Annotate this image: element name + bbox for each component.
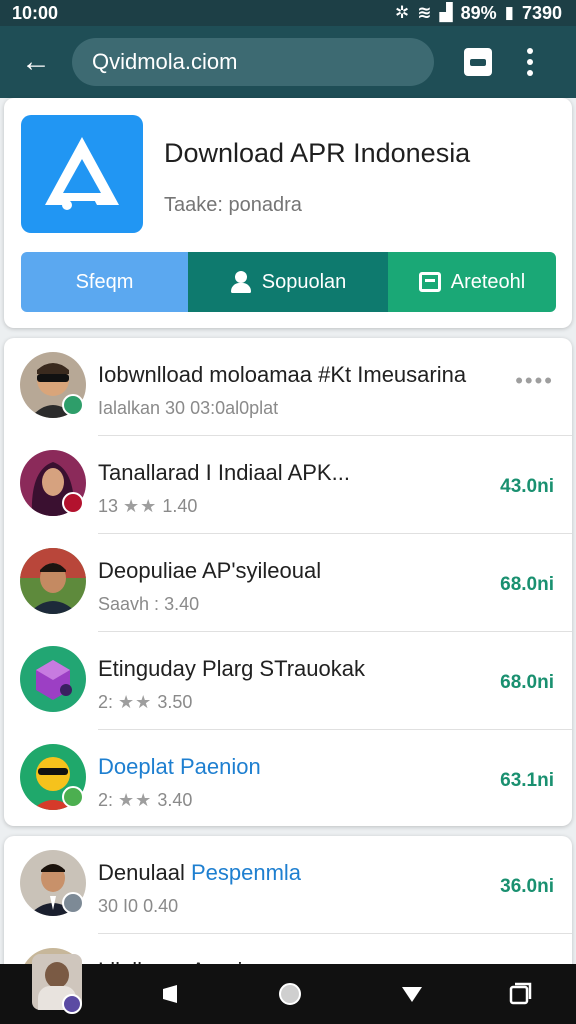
status-bar: 10:00 ✲ ≋ ▟ 89% ▮ 7390 <box>0 0 576 26</box>
app-title: Download APR Indonesia <box>164 138 471 168</box>
list-item-subtitle: 30 I0 0.40 <box>98 896 179 916</box>
app-logo-icon <box>21 115 143 233</box>
url-text: Qvidmola.ciom <box>92 49 238 74</box>
status-icons: ✲ ≋ ▟ 89% ▮ 7390 <box>395 3 562 24</box>
status-clock: 7390 <box>521 2 562 23</box>
browser-toolbar: ← Qvidmola.ciom <box>0 26 576 98</box>
list-item-subtitle: 2: ★★ 3.40 <box>98 790 193 810</box>
list-item-title: Tanallarad I Indiaal APK... <box>98 460 350 485</box>
action-button-2[interactable]: Sopuolan <box>188 252 388 312</box>
action-button-1[interactable]: Sfeqm <box>21 252 188 312</box>
action-button-3[interactable]: Areteohl <box>388 252 556 312</box>
more-horiz-icon[interactable]: •••• <box>515 368 554 394</box>
list-item[interactable]: Etinguday Plarg STrauokak 2: ★★ 3.50 68.… <box>4 632 572 730</box>
nav-home-icon[interactable] <box>270 964 310 1024</box>
list-item[interactable]: Iobwnlload moloamaa #Kt Imeusarina Ialal… <box>4 338 572 436</box>
rating-stars: ★★ <box>118 692 153 712</box>
action-button-2-label: Sopuolan <box>261 270 347 293</box>
file-size: 63.1ni <box>500 770 554 791</box>
chat-icon <box>418 272 441 292</box>
nav-recents-icon[interactable] <box>500 964 540 1024</box>
file-size: 43.0ni <box>500 476 554 497</box>
battery-percent: 89% <box>460 2 497 23</box>
avatar <box>20 548 86 614</box>
badge-icon <box>62 994 82 1014</box>
signal-icon: ▟ <box>439 3 453 22</box>
list-item-subtitle: 13 ★★ 1.40 <box>98 496 198 516</box>
list-item[interactable]: Denulaal Pespenmla 30 I0 0.40 36.0ni <box>4 836 572 934</box>
badge-icon <box>62 892 84 914</box>
list-item-title: Doeplat Paenion <box>98 754 261 779</box>
list-item-title: Deopuliae AP'syileoual <box>98 558 322 583</box>
rating-stars: ★★ <box>118 790 153 810</box>
battery-icon: ▮ <box>504 3 514 22</box>
list-item[interactable]: Doeplat Paenion 2: ★★ 3.40 63.1ni <box>4 730 572 826</box>
bluetooth-icon: ✲ <box>394 3 410 22</box>
url-field[interactable]: Qvidmola.ciom <box>72 38 434 86</box>
app-list: Iobwnlload moloamaa #Kt Imeusarina Ialal… <box>4 338 572 826</box>
file-size: 68.0ni <box>500 574 554 595</box>
nav-down-icon[interactable] <box>392 964 432 1024</box>
wifi-icon: ≋ <box>417 3 432 22</box>
tabs-icon[interactable] <box>464 48 492 76</box>
list-item-title: Etinguday Plarg STrauokak <box>98 656 365 681</box>
app-list-2: Denulaal Pespenmla 30 I0 0.40 36.0ni Lll… <box>4 836 572 976</box>
badge-icon <box>62 492 84 514</box>
user-icon <box>230 271 252 293</box>
file-size: 36.0ni <box>500 876 554 897</box>
badge-icon <box>62 786 84 808</box>
app-header-card: Download APR Indonesia Taake: ponadra Sf… <box>4 98 572 328</box>
system-nav-bar <box>0 954 576 1024</box>
rating-stars: ★★ <box>123 496 158 516</box>
status-time: 10:00 <box>12 2 59 23</box>
list-item-subtitle: Ialalkan 30 03:0al0plat <box>98 398 279 418</box>
avatar <box>20 646 86 712</box>
file-size: 68.0ni <box>500 672 554 693</box>
list-item-title: Denulaal Pespenmla <box>98 860 302 885</box>
list-item-subtitle: 2: ★★ 3.50 <box>98 692 193 712</box>
app-subtitle: Taake: ponadra <box>164 194 302 216</box>
nav-back-icon[interactable] <box>150 964 190 1024</box>
back-arrow-icon[interactable]: ← <box>0 26 72 98</box>
action-buttons: Sfeqm Sopuolan Areteohl <box>21 252 556 312</box>
badge-icon <box>62 394 84 416</box>
action-button-3-label: Areteohl <box>450 270 526 293</box>
list-item[interactable]: Tanallarad I Indiaal APK... 13 ★★ 1.40 4… <box>4 436 572 534</box>
action-button-1-label: Sfeqm <box>75 270 134 293</box>
list-item-title: Iobwnlload moloamaa #Kt Imeusarina <box>98 362 467 387</box>
more-vert-icon[interactable] <box>526 48 534 76</box>
list-item[interactable]: Deopuliae AP'syileoual Saavh : 3.40 68.0… <box>4 534 572 632</box>
list-item-subtitle: Saavh : 3.40 <box>98 594 200 614</box>
